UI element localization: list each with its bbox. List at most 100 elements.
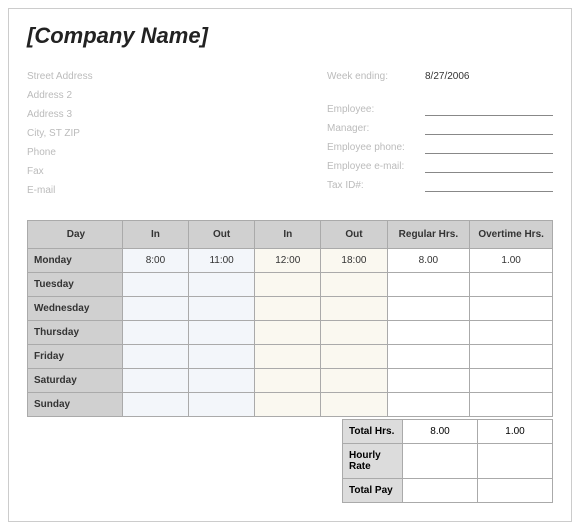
out2-cell	[321, 369, 387, 393]
in1-cell	[122, 297, 188, 321]
emp-phone-label: Employee phone:	[327, 138, 417, 157]
summary-row-total-pay: Total Pay	[343, 479, 553, 503]
ot-hrs-cell	[470, 273, 553, 297]
out2-cell: 18:00	[321, 249, 387, 273]
reg-hrs-cell	[387, 393, 470, 417]
address-block: Street Address Address 2 Address 3 City,…	[27, 67, 307, 200]
total-ot-hrs: 1.00	[478, 420, 553, 444]
in1-cell	[122, 273, 188, 297]
table-row: Thursday	[28, 321, 553, 345]
total-pay-ot	[478, 479, 553, 503]
header-in2: In	[255, 221, 321, 249]
in1-cell: 8:00	[122, 249, 188, 273]
out1-cell	[189, 369, 255, 393]
tax-id-field	[425, 180, 553, 192]
total-pay-reg	[403, 479, 478, 503]
hourly-rate-label: Hourly Rate	[343, 444, 403, 479]
hourly-rate-ot	[478, 444, 553, 479]
summary-row-hourly-rate: Hourly Rate	[343, 444, 553, 479]
emp-email-field	[425, 161, 553, 173]
total-reg-hrs: 8.00	[403, 420, 478, 444]
out2-cell	[321, 345, 387, 369]
in2-cell	[255, 273, 321, 297]
city-state-zip: City, ST ZIP	[27, 124, 307, 143]
out1-cell	[189, 345, 255, 369]
out2-cell	[321, 273, 387, 297]
employee-field	[425, 104, 553, 116]
reg-hrs-cell	[387, 297, 470, 321]
reg-hrs-cell	[387, 321, 470, 345]
summary-row-total-hrs: Total Hrs. 8.00 1.00	[343, 420, 553, 444]
total-hrs-label: Total Hrs.	[343, 420, 403, 444]
header-row: Day In Out In Out Regular Hrs. Overtime …	[28, 221, 553, 249]
in1-cell	[122, 369, 188, 393]
week-ending-label: Week ending:	[327, 67, 417, 86]
address-2: Address 2	[27, 86, 307, 105]
reg-hrs-cell	[387, 369, 470, 393]
out1-cell	[189, 297, 255, 321]
day-cell: Saturday	[28, 369, 123, 393]
day-cell: Tuesday	[28, 273, 123, 297]
table-row: Tuesday	[28, 273, 553, 297]
day-cell: Monday	[28, 249, 123, 273]
header-regular-hrs: Regular Hrs.	[387, 221, 470, 249]
emp-email-label: Employee e-mail:	[327, 157, 417, 176]
day-cell: Wednesday	[28, 297, 123, 321]
day-cell: Sunday	[28, 393, 123, 417]
ot-hrs-cell	[470, 393, 553, 417]
in1-cell	[122, 393, 188, 417]
day-cell: Thursday	[28, 321, 123, 345]
header-in1: In	[122, 221, 188, 249]
manager-field	[425, 123, 553, 135]
info-section: Street Address Address 2 Address 3 City,…	[27, 67, 553, 200]
in2-cell	[255, 321, 321, 345]
tax-id-label: Tax ID#:	[327, 176, 417, 195]
email-label: E-mail	[27, 181, 307, 200]
day-cell: Friday	[28, 345, 123, 369]
meta-block: Week ending: 8/27/2006 Employee: Manager…	[327, 67, 553, 200]
table-row: Sunday	[28, 393, 553, 417]
manager-label: Manager:	[327, 119, 417, 138]
in2-cell	[255, 345, 321, 369]
in1-cell	[122, 345, 188, 369]
out1-cell	[189, 273, 255, 297]
summary-table: Total Hrs. 8.00 1.00 Hourly Rate Total P…	[342, 419, 553, 503]
street-address: Street Address	[27, 67, 307, 86]
out2-cell	[321, 393, 387, 417]
ot-hrs-cell	[470, 345, 553, 369]
reg-hrs-cell	[387, 345, 470, 369]
header-overtime-hrs: Overtime Hrs.	[470, 221, 553, 249]
ot-hrs-cell	[470, 297, 553, 321]
timesheet-table: Day In Out In Out Regular Hrs. Overtime …	[27, 220, 553, 417]
out1-cell: 11:00	[189, 249, 255, 273]
header-out2: Out	[321, 221, 387, 249]
table-row: Friday	[28, 345, 553, 369]
table-row: Saturday	[28, 369, 553, 393]
hourly-rate-reg	[403, 444, 478, 479]
reg-hrs-cell: 8.00	[387, 249, 470, 273]
total-pay-label: Total Pay	[343, 479, 403, 503]
reg-hrs-cell	[387, 273, 470, 297]
ot-hrs-cell	[470, 321, 553, 345]
header-day: Day	[28, 221, 123, 249]
company-name-title: [Company Name]	[27, 23, 553, 49]
out1-cell	[189, 393, 255, 417]
week-ending-value: 8/27/2006	[425, 67, 470, 86]
in2-cell	[255, 369, 321, 393]
address-3: Address 3	[27, 105, 307, 124]
in2-cell	[255, 393, 321, 417]
header-out1: Out	[189, 221, 255, 249]
timesheet-document: [Company Name] Street Address Address 2 …	[8, 8, 572, 522]
in2-cell	[255, 297, 321, 321]
phone-label: Phone	[27, 143, 307, 162]
fax-label: Fax	[27, 162, 307, 181]
table-row: Wednesday	[28, 297, 553, 321]
in1-cell	[122, 321, 188, 345]
in2-cell: 12:00	[255, 249, 321, 273]
ot-hrs-cell	[470, 369, 553, 393]
out2-cell	[321, 297, 387, 321]
table-row: Monday8:0011:0012:0018:008.001.00	[28, 249, 553, 273]
employee-label: Employee:	[327, 100, 417, 119]
out2-cell	[321, 321, 387, 345]
out1-cell	[189, 321, 255, 345]
